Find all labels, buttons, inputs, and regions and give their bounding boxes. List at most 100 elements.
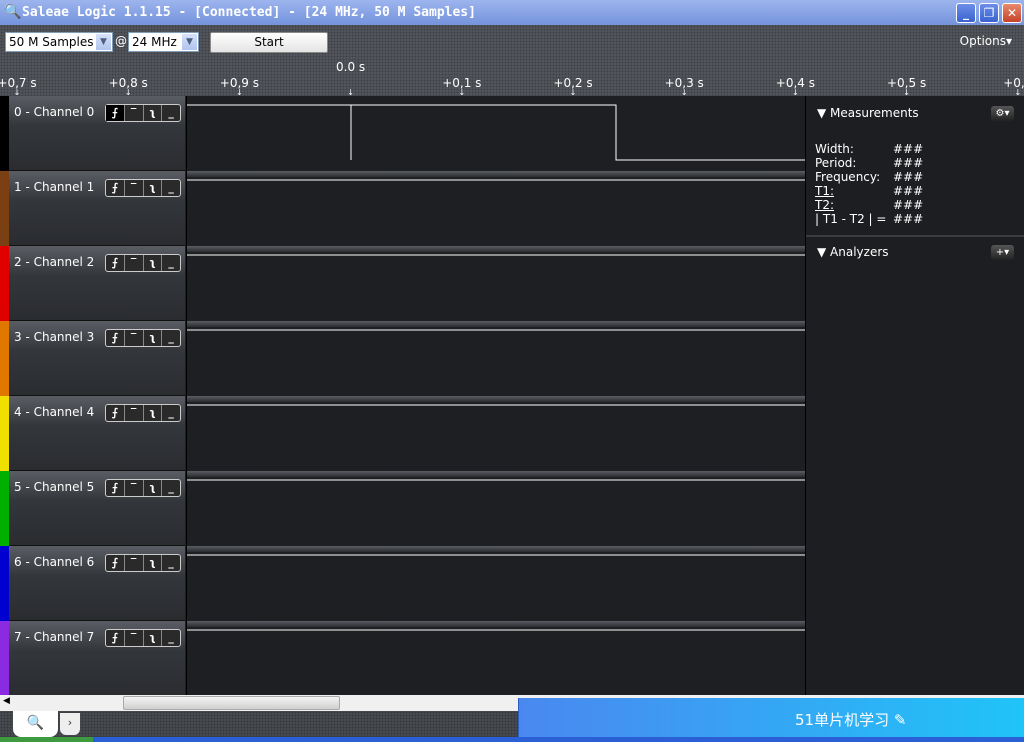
trigger-rising-button[interactable]: ⨍ xyxy=(106,630,125,646)
channel-color-bar xyxy=(0,471,9,546)
options-menu[interactable]: Options▾ xyxy=(960,34,1012,48)
trigger-high-button[interactable]: ‾ xyxy=(125,405,144,421)
channel-color-bar xyxy=(0,246,9,321)
channel-label[interactable]: 1 - Channel 1 ⨍ ‾ ʅ _ xyxy=(9,171,185,246)
trigger-rising-button[interactable]: ⨍ xyxy=(106,180,125,196)
trigger-falling-button[interactable]: ʅ xyxy=(144,405,163,421)
trigger-falling-button[interactable]: ʅ xyxy=(144,180,163,196)
taskbar xyxy=(0,737,1024,742)
channel-label[interactable]: 3 - Channel 3 ⨍ ‾ ʅ _ xyxy=(9,321,185,396)
channel-name: 4 - Channel 4 xyxy=(14,405,95,419)
trigger-rising-button[interactable]: ⨍ xyxy=(106,255,125,271)
trigger-falling-button[interactable]: ʅ xyxy=(144,255,163,271)
measurement-label[interactable]: T2: xyxy=(815,198,893,212)
measurements-settings-button[interactable]: ⚙▾ xyxy=(991,106,1014,121)
trigger-high-button[interactable]: ‾ xyxy=(125,555,144,571)
measurements-header[interactable]: ▼ Measurements xyxy=(817,106,919,120)
waveform-area[interactable] xyxy=(186,321,806,396)
measurement-value: ### xyxy=(893,156,924,170)
channel-name: 6 - Channel 6 xyxy=(14,555,95,569)
trigger-low-button[interactable]: _ xyxy=(162,180,180,196)
measurement-value: ### xyxy=(893,142,924,156)
measurement-label[interactable]: T1: xyxy=(815,184,893,198)
trigger-low-button[interactable]: _ xyxy=(162,480,180,496)
waveform-area[interactable] xyxy=(186,246,806,321)
tick-label: 0.0 s xyxy=(336,60,366,74)
waveform xyxy=(187,629,806,631)
trigger-falling-button[interactable]: ʅ xyxy=(144,330,163,346)
trigger-falling-button[interactable]: ʅ xyxy=(144,105,163,121)
trigger-low-button[interactable]: _ xyxy=(162,255,180,271)
measurement-row: Period: ### xyxy=(815,156,923,170)
trigger-low-button[interactable]: _ xyxy=(162,630,180,646)
analyzers-title: Analyzers xyxy=(830,245,889,259)
trigger-falling-button[interactable]: ʅ xyxy=(144,480,163,496)
trigger-buttons: ⨍ ‾ ʅ _ xyxy=(105,629,181,647)
waveform-area[interactable] xyxy=(186,621,806,696)
trigger-buttons: ⨍ ‾ ʅ _ xyxy=(105,254,181,272)
channel-name: 5 - Channel 5 xyxy=(14,480,95,494)
overlay-banner: 51单片机学习 ✎ xyxy=(518,698,1024,737)
trigger-buttons: ⨍ ‾ ʅ _ xyxy=(105,329,181,347)
trigger-high-button[interactable]: ‾ xyxy=(125,480,144,496)
start-button[interactable]: Start xyxy=(210,32,328,53)
rate-value: 24 MHz xyxy=(132,35,177,49)
channel-label[interactable]: 6 - Channel 6 ⨍ ‾ ʅ _ xyxy=(9,546,185,621)
measurement-label: Frequency: xyxy=(815,170,881,184)
trigger-rising-button[interactable]: ⨍ xyxy=(106,480,125,496)
analyzers-header[interactable]: ▼ Analyzers xyxy=(817,245,889,259)
trigger-falling-button[interactable]: ʅ xyxy=(144,555,163,571)
channel-label[interactable]: 0 - Channel 0 ⨍ ‾ ʅ _ xyxy=(9,96,185,171)
trigger-high-button[interactable]: ‾ xyxy=(125,630,144,646)
waveform-area[interactable] xyxy=(186,171,806,246)
start-menu-button[interactable] xyxy=(0,737,93,742)
channel-row: 2 - Channel 2 ⨍ ‾ ʅ _ xyxy=(0,246,806,321)
trigger-high-button[interactable]: ‾ xyxy=(125,255,144,271)
rate-select[interactable]: 24 MHz ▼ xyxy=(128,32,199,52)
waveform-area[interactable] xyxy=(186,96,806,171)
channel-color-bar xyxy=(0,96,9,171)
channel-name: 7 - Channel 7 xyxy=(14,630,95,644)
measurement-label: | T1 - T2 | = xyxy=(815,212,887,226)
trigger-low-button[interactable]: _ xyxy=(162,405,180,421)
waveform xyxy=(187,104,806,161)
trigger-high-button[interactable]: ‾ xyxy=(125,105,144,121)
trigger-rising-button[interactable]: ⨍ xyxy=(106,330,125,346)
channel-row: 1 - Channel 1 ⨍ ‾ ʅ _ xyxy=(0,171,806,246)
channel-label[interactable]: 2 - Channel 2 ⨍ ‾ ʅ _ xyxy=(9,246,185,321)
trigger-rising-button[interactable]: ⨍ xyxy=(106,105,125,121)
restore-button[interactable]: ❐ xyxy=(979,3,999,23)
scroll-left-icon[interactable]: ◀ xyxy=(3,696,10,706)
measurement-value: ### xyxy=(893,198,924,212)
trigger-high-button[interactable]: ‾ xyxy=(125,330,144,346)
trigger-rising-button[interactable]: ⨍ xyxy=(106,555,125,571)
channel-label[interactable]: 7 - Channel 7 ⨍ ‾ ʅ _ xyxy=(9,621,185,696)
measurement-value: ### xyxy=(893,170,924,184)
samples-value: 50 M Samples xyxy=(9,35,94,49)
trigger-high-button[interactable]: ‾ xyxy=(125,180,144,196)
waveform-area[interactable] xyxy=(186,471,806,546)
channel-color-bar xyxy=(0,171,9,246)
samples-select[interactable]: 50 M Samples ▼ xyxy=(5,32,113,52)
trigger-low-button[interactable]: _ xyxy=(162,555,180,571)
trigger-buttons: ⨍ ‾ ʅ _ xyxy=(105,104,181,122)
waveform-area[interactable] xyxy=(186,546,806,621)
chevron-down-icon[interactable]: ▼ xyxy=(96,34,111,50)
next-tab[interactable]: › xyxy=(60,713,80,735)
scrollbar-thumb[interactable] xyxy=(123,696,340,710)
channel-color-bar xyxy=(0,546,9,621)
banner-text: 51单片机学习 ✎ xyxy=(795,711,907,729)
minimize-button[interactable]: _ xyxy=(956,3,976,23)
channel-label[interactable]: 4 - Channel 4 ⨍ ‾ ʅ _ xyxy=(9,396,185,471)
close-button[interactable]: ✕ xyxy=(1002,3,1022,23)
trigger-rising-button[interactable]: ⨍ xyxy=(106,405,125,421)
trigger-falling-button[interactable]: ʅ xyxy=(144,630,163,646)
trigger-low-button[interactable]: _ xyxy=(162,330,180,346)
search-tab[interactable]: 🔍 xyxy=(13,711,58,737)
trigger-low-button[interactable]: _ xyxy=(162,105,180,121)
channel-label[interactable]: 5 - Channel 5 ⨍ ‾ ʅ _ xyxy=(9,471,185,546)
measurement-label: Period: xyxy=(815,156,857,170)
add-analyzer-button[interactable]: +▾ xyxy=(991,245,1014,260)
chevron-down-icon[interactable]: ▼ xyxy=(182,34,197,50)
waveform-area[interactable] xyxy=(186,396,806,471)
